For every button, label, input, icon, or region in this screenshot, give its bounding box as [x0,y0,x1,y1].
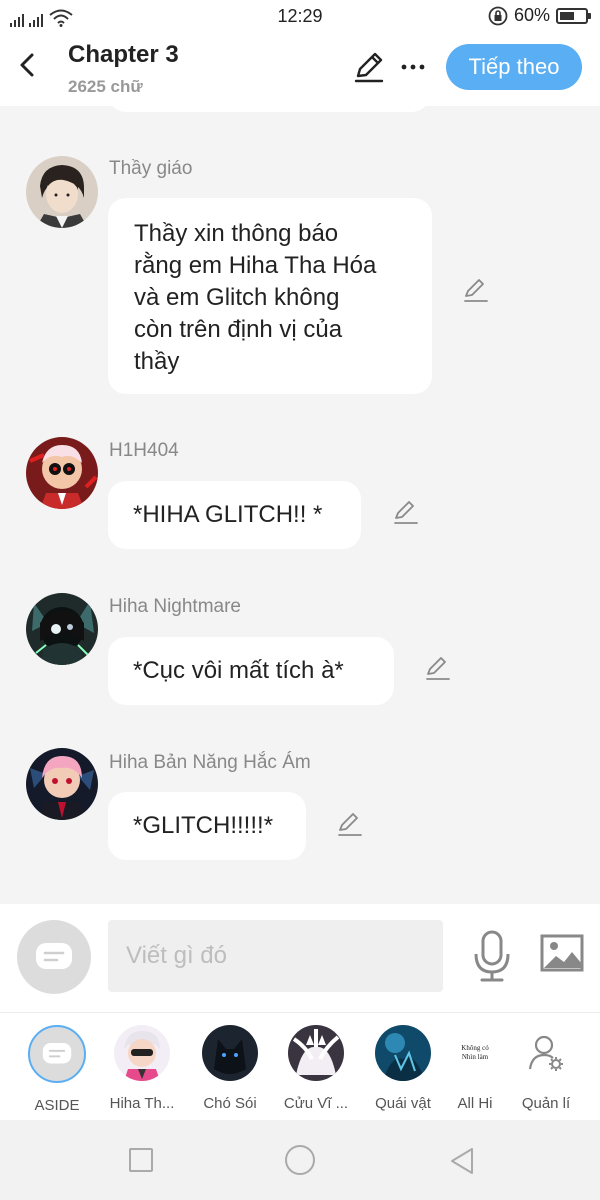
avatar [202,1025,258,1081]
user-settings-icon [528,1035,563,1071]
avatar: Không có Nhìn làm [447,1025,503,1081]
status-right: 60% [488,5,591,26]
character-label: Chó Sói [203,1095,257,1112]
rotation-lock-icon [488,6,508,25]
aside-icon [36,943,72,969]
edit-icon[interactable] [336,810,364,838]
message-line: và em Glitch không [134,284,340,311]
next-chapter-button[interactable]: Tiếp theo [446,44,582,90]
battery-icon [556,7,591,24]
chapter-title: Chapter 3 [68,41,179,68]
message-bubble[interactable]: *HIHA GLITCH!! * [108,481,361,549]
message-bubble[interactable]: *GLITCH!!!!!* [108,792,306,860]
character-label: Quản lí [521,1095,571,1112]
avatar[interactable] [26,437,98,509]
previous-message-bubble [108,106,430,112]
recent-apps-icon[interactable] [129,1148,153,1172]
manage-icon-wrap [518,1025,574,1081]
message-line: *GLITCH!!!!!* [133,812,274,839]
top-app-bar: Chapter 3 2625 chữ Tiếp theo [0,32,600,106]
character-label: Cửu Vĩ ... [283,1095,349,1112]
message-line: *Cục vôi mất tích à* [133,657,344,684]
message-bubble[interactable]: Thầy xin thông báo rằng em Hiha Tha Hóa … [108,198,432,394]
message-line: còn trên định vị của [134,316,343,343]
back-nav-icon[interactable] [448,1146,476,1176]
aside-icon [42,1042,72,1064]
character-item[interactable]: Quái vật [363,1025,443,1112]
aside-avatar [28,1025,86,1083]
message-line: thầy [134,348,180,375]
system-nav-bar [0,1120,600,1200]
battery-percent: 60% [513,5,550,25]
message-line: rằng em Hiha Tha Hóa [134,252,377,279]
edit-icon[interactable] [392,498,420,526]
avatar[interactable] [26,748,98,820]
message-input[interactable] [108,920,443,992]
back-icon[interactable] [14,50,40,80]
mic-icon[interactable] [472,930,512,982]
sender-name: Hiha Nightmare [109,596,241,617]
character-label: Hiha Th... [109,1095,175,1112]
image-icon[interactable] [540,934,584,974]
edit-icon[interactable] [462,276,490,304]
more-icon[interactable] [398,52,428,82]
character-label: Quái vật [375,1095,431,1112]
character-label: ASIDE [34,1097,80,1114]
avatar [375,1025,431,1081]
sender-name: Thầy giáo [109,158,193,179]
character-item[interactable]: Chó Sói [190,1025,270,1112]
character-item[interactable]: Không có Nhìn làm All Hi [435,1025,515,1112]
avatar[interactable] [26,156,98,228]
pencil-icon[interactable] [352,50,386,84]
character-label: All Hi [457,1095,493,1112]
sender-name: H1H404 [109,440,179,461]
message-line: Thầy xin thông báo [134,220,339,247]
character-aside[interactable]: ASIDE [17,1025,97,1114]
avatar [288,1025,344,1081]
avatar[interactable] [26,593,98,665]
home-icon[interactable] [285,1145,315,1175]
avatar-text: Không có Nhìn làm [461,1044,489,1061]
composer-bar [0,904,600,1012]
edit-icon[interactable] [424,654,452,682]
character-selector: ASIDE Hiha Th... Chó Sói Cửu Vĩ ... Quái… [0,1012,600,1120]
character-item[interactable]: Hiha Th... [102,1025,182,1112]
aside-button[interactable] [17,920,91,994]
sender-name: Hiha Bản Năng Hắc Ám [109,752,311,773]
message-line: *HIHA GLITCH!! * [133,501,323,528]
status-bar: 12:29 60% [0,0,600,32]
character-item[interactable]: Cửu Vĩ ... [276,1025,356,1112]
avatar [114,1025,170,1081]
word-count: 2625 chữ [68,77,143,96]
message-bubble[interactable]: *Cục vôi mất tích à* [108,637,394,705]
chat-area[interactable]: Thầy giáo Thầy xin thông báo rằng em Hih… [0,106,600,904]
manage-characters[interactable]: Quản lí [506,1025,586,1112]
